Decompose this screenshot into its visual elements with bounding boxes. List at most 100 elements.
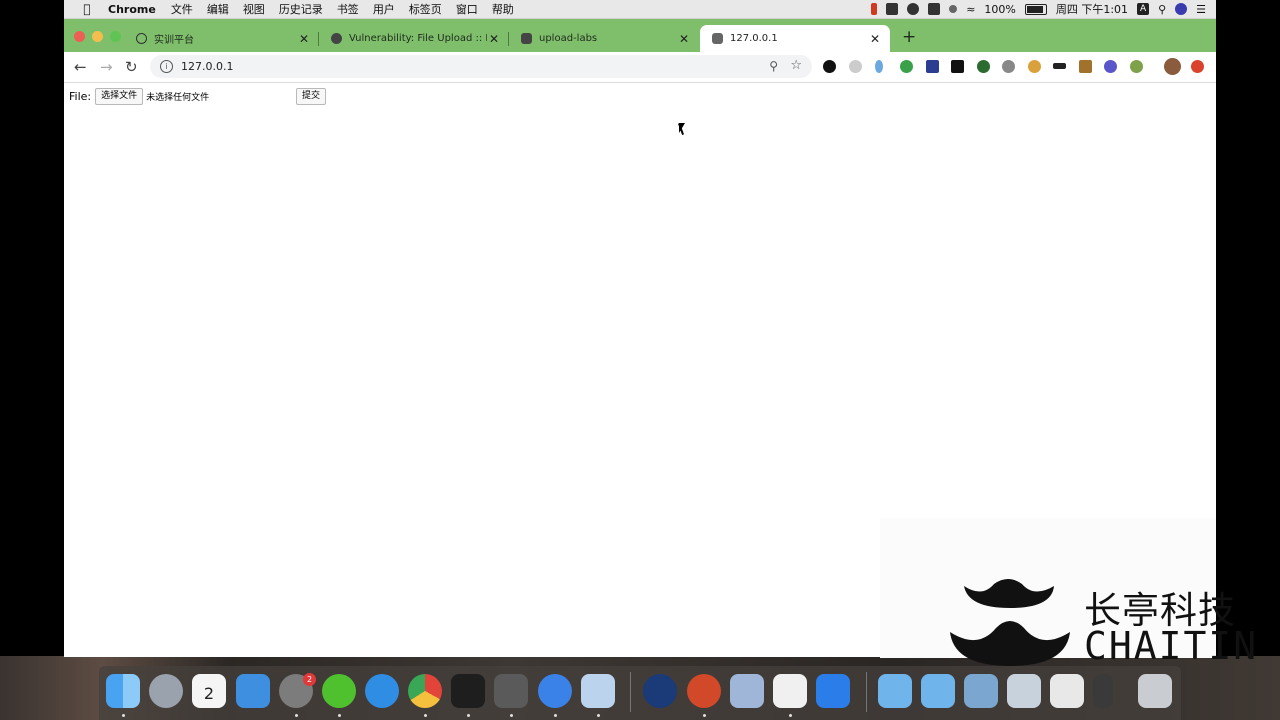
tab-training-platform[interactable]: 实训平台 ✕ <box>124 25 319 52</box>
extension-pin-icon[interactable] <box>875 60 883 73</box>
close-tab-icon[interactable]: ✕ <box>677 32 691 46</box>
tab-localhost[interactable]: 127.0.0.1 ✕ <box>700 25 890 52</box>
menu-edit[interactable]: 编辑 <box>207 1 229 17</box>
battery-icon[interactable] <box>1024 3 1047 15</box>
tab-title: Vulnerability: File Upload :: Damn <box>349 33 487 44</box>
page-favicon-icon <box>712 33 723 44</box>
downloads-folder-icon[interactable] <box>921 674 955 708</box>
menu-app-name[interactable]: Chrome <box>108 3 156 16</box>
preview-icon[interactable] <box>730 674 764 708</box>
powerpoint-icon[interactable] <box>687 674 721 708</box>
menu-view[interactable]: 视图 <box>243 1 265 17</box>
screenshot-thumbnail-icon[interactable] <box>964 674 998 708</box>
sublime-text-icon[interactable] <box>494 674 528 708</box>
grammarly-icon[interactable] <box>900 60 913 73</box>
sync-icon[interactable] <box>907 3 920 15</box>
parallels-desktop-icon[interactable] <box>581 674 615 708</box>
windows-icon[interactable] <box>816 674 850 708</box>
java-icon[interactable] <box>773 674 807 708</box>
reload-icon[interactable]: ↻ <box>125 58 138 76</box>
menu-bookmarks[interactable]: 书签 <box>337 1 359 17</box>
site-info-icon[interactable]: i <box>160 60 173 73</box>
launchpad-icon[interactable] <box>149 674 183 708</box>
window-controls <box>74 31 121 42</box>
docker-icon[interactable] <box>928 3 941 15</box>
no-file-selected-text: 未选择任何文件 <box>146 93 210 103</box>
safari-icon[interactable] <box>365 674 399 708</box>
tab-title: upload-labs <box>539 33 598 44</box>
trash-icon[interactable] <box>1138 674 1172 708</box>
tab-dvwa-file-upload[interactable]: Vulnerability: File Upload :: Damn ✕ <box>319 25 509 52</box>
siri-icon[interactable] <box>1175 3 1188 15</box>
forward-icon[interactable]: → <box>100 58 113 76</box>
close-tab-icon[interactable]: ✕ <box>297 32 311 46</box>
menu-window[interactable]: 窗口 <box>456 1 478 17</box>
menu-history[interactable]: 历史记录 <box>279 1 323 17</box>
extension-swirl-icon[interactable] <box>1002 60 1015 73</box>
address-url[interactable]: 127.0.0.1 <box>181 60 233 73</box>
extension-h-icon[interactable] <box>951 60 964 73</box>
extension-leaf-icon[interactable] <box>1130 60 1143 73</box>
airmail-icon[interactable] <box>538 674 572 708</box>
back-icon[interactable]: ← <box>74 58 87 76</box>
watermark-english-text: CHAITIN <box>1084 624 1259 664</box>
finder-icon[interactable] <box>106 674 140 708</box>
terminal-icon[interactable] <box>451 674 485 708</box>
menu-help[interactable]: 帮助 <box>492 1 514 17</box>
choose-file-button[interactable]: 选择文件 <box>95 88 144 105</box>
extension-puzzle-icon[interactable] <box>849 60 862 73</box>
zoom-icon[interactable]: ⚲ <box>769 59 778 73</box>
vpn-icon[interactable] <box>886 3 899 15</box>
extension-paragraph-icon[interactable] <box>1079 60 1092 73</box>
file-label: File: <box>69 90 92 103</box>
tab-title: 实训平台 <box>154 35 194 46</box>
window-thumbnail-icon[interactable] <box>1007 674 1041 708</box>
menu-file[interactable]: 文件 <box>171 1 193 17</box>
parallels-icon[interactable] <box>871 3 878 15</box>
chrome-icon[interactable] <box>408 674 442 708</box>
extension-globe-icon[interactable] <box>977 60 990 73</box>
spotlight-icon[interactable]: ⚲ <box>1158 3 1166 16</box>
update-icon[interactable] <box>1191 60 1204 73</box>
tab-strip: 实训平台 ✕ Vulnerability: File Upload :: Dam… <box>64 19 1216 52</box>
document-thumbnail-icon[interactable] <box>1050 674 1084 708</box>
input-source-icon[interactable]: A <box>1137 3 1150 15</box>
bookmark-star-icon[interactable]: ☆ <box>790 58 802 73</box>
battery-percent: 100% <box>984 2 1016 16</box>
minimize-window-button[interactable] <box>92 31 103 42</box>
zoom-window-button[interactable] <box>110 31 121 42</box>
dot-icon[interactable] <box>949 5 958 13</box>
chaitin-logo-icon <box>950 579 1070 666</box>
wifi-icon[interactable]: ≈ <box>966 3 975 16</box>
close-tab-icon[interactable]: ✕ <box>487 32 501 46</box>
notification-center-icon[interactable]: ☰ <box>1196 3 1206 16</box>
status-area: ≈ 100% 周四 下午1:01 A ⚲ ☰ <box>871 1 1206 17</box>
extension-circle-icon[interactable] <box>823 60 836 73</box>
menu-people[interactable]: 用户 <box>373 1 395 17</box>
upload-form: File: 选择文件 未选择任何文件 <box>69 88 209 105</box>
cookie-icon[interactable] <box>1028 60 1041 73</box>
close-window-button[interactable] <box>74 31 85 42</box>
submit-button[interactable]: 提交 <box>296 88 327 105</box>
calendar-icon[interactable]: 2 <box>192 674 226 708</box>
extension-s-icon[interactable] <box>1104 60 1117 73</box>
extension-mask-icon[interactable] <box>1053 63 1066 69</box>
extension-y-icon[interactable] <box>926 60 939 73</box>
close-tab-icon[interactable]: ✕ <box>868 32 882 46</box>
settings-badge: 2 <box>303 673 316 686</box>
menu-bar:  Chrome 文件 编辑 视图 历史记录 书签 用户 标签页 窗口 帮助 ≈… <box>64 0 1216 19</box>
keynote-icon[interactable] <box>236 674 270 708</box>
quicktime-icon[interactable] <box>643 674 677 708</box>
profile-avatar[interactable] <box>1164 58 1181 75</box>
folder-icon[interactable] <box>878 674 912 708</box>
browser-toolbar: ← → ↻ i 127.0.0.1 ⚲ ☆ <box>64 52 1216 83</box>
tab-upload-labs[interactable]: upload-labs ✕ <box>509 25 699 52</box>
wechat-icon[interactable] <box>322 674 356 708</box>
clock[interactable]: 周四 下午1:01 <box>1056 1 1128 17</box>
tab-title: 127.0.0.1 <box>730 33 778 44</box>
menu-tabs[interactable]: 标签页 <box>409 1 442 17</box>
stack-icon[interactable] <box>1093 674 1113 708</box>
apple-icon[interactable]:  <box>78 2 96 16</box>
address-bar[interactable]: i 127.0.0.1 ⚲ ☆ <box>150 55 812 78</box>
new-tab-icon[interactable]: + <box>902 27 916 47</box>
